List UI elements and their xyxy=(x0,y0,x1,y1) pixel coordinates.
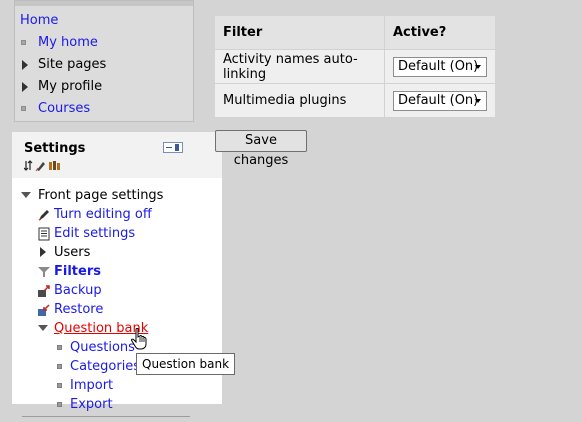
tooltip: Question bank xyxy=(136,353,236,375)
hand-cursor-icon xyxy=(131,328,147,350)
bullet-icon xyxy=(57,345,62,350)
pencil-icon xyxy=(38,210,49,221)
settings-block-divider xyxy=(22,416,190,417)
bullet-icon xyxy=(21,40,26,45)
save-changes-button[interactable]: Save changes xyxy=(215,130,307,168)
block-action-icons xyxy=(23,159,64,173)
bullet-icon xyxy=(57,383,62,388)
active-select[interactable]: Default (On) xyxy=(393,56,487,77)
active-select[interactable]: Default (On) xyxy=(393,90,487,111)
active-cell: Default (On) xyxy=(384,83,495,118)
nav-home-link[interactable]: Home xyxy=(20,11,58,31)
expand-arrow-icon[interactable] xyxy=(22,60,28,70)
navigation-block: Home My home Site pages My profile Cours… xyxy=(14,0,194,122)
bullet-icon xyxy=(57,402,62,407)
restore-icon xyxy=(38,304,50,316)
bullet-icon xyxy=(57,364,62,369)
settings-document-icon xyxy=(38,227,50,241)
table-row: Activity names auto-linking Default (On) xyxy=(215,49,495,84)
backup-icon xyxy=(38,285,50,297)
filter-settings-table: Filter Active? Activity names auto-linki… xyxy=(215,16,495,118)
column-header-active: Active? xyxy=(384,16,495,50)
filter-funnel-icon xyxy=(38,267,50,277)
table-row: Multimedia plugins Default (On) xyxy=(215,83,495,118)
nav-item-my-home[interactable]: My home xyxy=(15,33,193,53)
nav-item-my-profile[interactable]: My profile xyxy=(15,77,193,97)
expand-arrow-icon[interactable] xyxy=(22,82,28,92)
filter-name: Activity names auto-linking xyxy=(215,49,385,84)
settings-block-header: Settings xyxy=(12,132,222,178)
bullet-icon xyxy=(21,106,26,111)
filter-name: Multimedia plugins xyxy=(215,83,385,118)
active-cell: Default (On) xyxy=(384,49,495,84)
nav-item-courses[interactable]: Courses xyxy=(15,99,193,119)
collapse-arrow-icon[interactable] xyxy=(38,325,48,331)
table-header-row: Filter Active? xyxy=(215,16,495,50)
nav-item-site-pages[interactable]: Site pages xyxy=(15,55,193,75)
dropdown-arrow-icon xyxy=(475,64,481,69)
move-hide-configure-icons[interactable] xyxy=(23,159,64,172)
settings-title: Settings xyxy=(24,141,86,156)
column-header-filter: Filter xyxy=(215,16,385,50)
navigation-block-header xyxy=(15,1,193,6)
dropdown-arrow-icon xyxy=(475,98,481,103)
expand-arrow-icon[interactable] xyxy=(40,247,46,257)
dock-block-icon[interactable] xyxy=(163,142,183,153)
collapse-arrow-icon[interactable] xyxy=(21,192,31,198)
